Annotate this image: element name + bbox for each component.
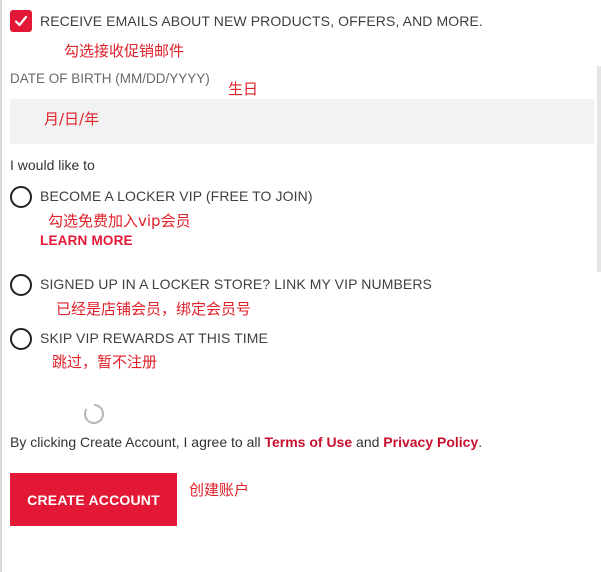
option-become-vip-annotation: 勾选免费加入vip会员: [48, 212, 191, 230]
radio-become-vip[interactable]: [10, 186, 32, 208]
dob-annotation: 生日: [228, 80, 259, 98]
create-account-annotation: 创建账户: [189, 481, 250, 499]
loading-spinner-icon: [84, 404, 104, 424]
radio-skip-vip[interactable]: [10, 328, 32, 350]
option-skip-vip-annotation: 跳过，暂不注册: [52, 353, 158, 371]
dob-label: DATE OF BIRTH (MM/DD/YYYY): [10, 71, 210, 86]
learn-more-link[interactable]: LEARN MORE: [40, 233, 133, 248]
option-skip-vip-label: SKIP VIP REWARDS AT THIS TIME: [40, 330, 269, 346]
frame-left-border: [0, 0, 2, 572]
vip-section-label: I would like to: [10, 157, 95, 173]
terms-prefix: By clicking Create Account, I agree to a…: [10, 434, 265, 450]
option-become-vip-label: BECOME A LOCKER VIP (FREE TO JOIN): [40, 188, 313, 204]
terms-text: By clicking Create Account, I agree to a…: [10, 434, 482, 450]
dob-placeholder: 月/日/年: [44, 110, 100, 128]
terms-middle: and: [352, 434, 384, 450]
option-link-vip-label: SIGNED UP IN A LOCKER STORE? LINK MY VIP…: [40, 276, 432, 292]
scrollbar[interactable]: [597, 66, 601, 272]
radio-link-vip-numbers[interactable]: [10, 274, 32, 296]
email-opt-in-checkbox[interactable]: [10, 10, 32, 32]
email-opt-in-annotation: 勾选接收促销邮件: [64, 42, 185, 60]
email-opt-in-label: RECEIVE EMAILS ABOUT NEW PRODUCTS, OFFER…: [40, 13, 483, 29]
privacy-policy-link[interactable]: Privacy Policy: [383, 434, 478, 450]
terms-suffix: .: [478, 434, 483, 450]
create-account-button[interactable]: CREATE ACCOUNT: [10, 473, 177, 526]
terms-of-use-link[interactable]: Terms of Use: [264, 434, 352, 450]
checkmark-icon: [14, 15, 28, 27]
option-link-vip-annotation: 已经是店铺会员，绑定会员号: [56, 300, 252, 318]
